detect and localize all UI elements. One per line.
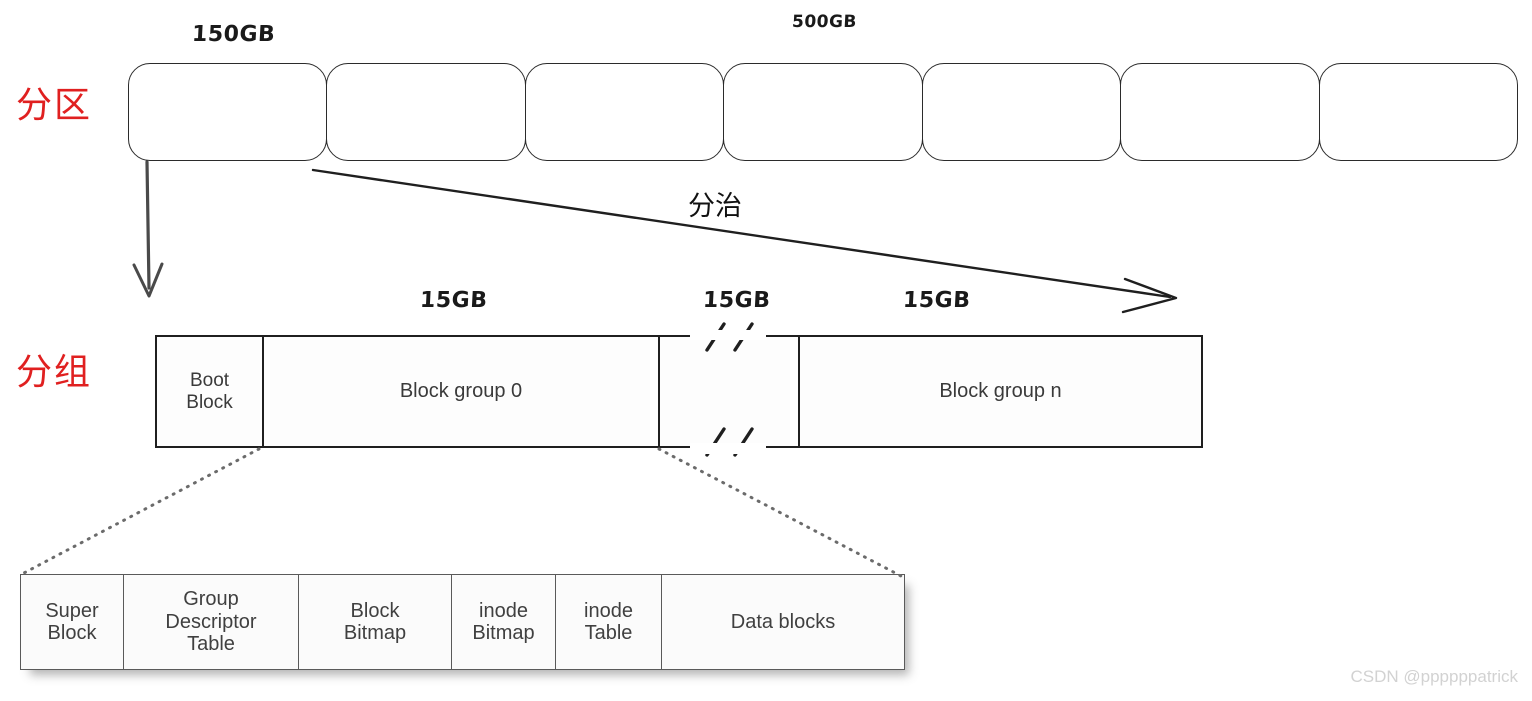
detail-cell-super-block[interactable]: Super Block — [21, 575, 123, 669]
block-group-0-label: Block group 0 — [399, 380, 523, 403]
boot-block-label: Boot Block — [186, 370, 232, 413]
inode-table-line1: inode — [584, 599, 633, 622]
partition-box[interactable] — [326, 63, 526, 161]
data-blocks-label: Data blocks — [730, 610, 836, 633]
block-group-row: Boot Block Block group 0 Block group n — [155, 335, 1203, 448]
group-cell-block-group-0[interactable]: Block group 0 — [262, 337, 658, 446]
detail-cell-inode-bitmap[interactable]: inode Bitmap — [451, 575, 555, 669]
boot-block-line2: Block — [186, 391, 233, 413]
block-bitmap-label: Block Bitmap — [344, 600, 406, 645]
caption-group-size-mid: 15GB — [702, 288, 772, 313]
block-group-detail-row: Super Block Group Descriptor Table Block… — [20, 574, 905, 670]
partition-box[interactable] — [921, 63, 1122, 161]
arrow-partition-to-group — [132, 160, 164, 298]
block-bitmap-line2: Bitmap — [343, 622, 407, 644]
boot-block-line1: Boot — [189, 370, 230, 392]
dotted-connectors — [20, 447, 903, 578]
partition-box[interactable] — [1318, 63, 1518, 161]
super-block-line2: Block — [47, 622, 97, 644]
break-patch-top — [690, 330, 766, 340]
break-patch-bottom — [690, 443, 766, 454]
block-bitmap-line1: Block — [350, 599, 400, 622]
inode-bitmap-line1: inode — [479, 599, 528, 622]
inode-bitmap-line2: Bitmap — [472, 622, 535, 644]
inode-table-line2: Table — [584, 622, 633, 644]
caption-group-size-0: 15GB — [419, 288, 489, 313]
group-cell-boot-block[interactable]: Boot Block — [157, 337, 262, 446]
detail-cell-block-bitmap[interactable]: Block Bitmap — [298, 575, 451, 669]
super-block-label: Super Block — [45, 600, 98, 645]
caption-partition-size-left: 150GB — [191, 22, 276, 47]
inode-bitmap-label: inode Bitmap — [472, 600, 534, 645]
group-cell-gap — [658, 337, 798, 446]
group-cell-block-group-n[interactable]: Block group n — [798, 337, 1201, 446]
group-descriptor-table-label: Group Descriptor Table — [165, 588, 256, 655]
diagram-canvas: 150GB 500GB 分区 分治 15GB 15GB 15GB 分组 Boot… — [0, 0, 1532, 701]
partition-box[interactable] — [524, 63, 725, 161]
gdt-line3: Table — [187, 633, 235, 656]
caption-divide-and-conquer: 分治 — [688, 191, 742, 222]
section-label-partition: 分区 — [16, 85, 93, 126]
gdt-line1: Group — [183, 588, 239, 611]
gdt-line2: Descriptor — [165, 610, 257, 633]
block-group-n-label: Block group n — [939, 380, 1062, 403]
detail-cell-inode-table[interactable]: inode Table — [555, 575, 661, 669]
caption-group-size-n: 15GB — [902, 288, 972, 313]
partition-box[interactable] — [128, 63, 328, 161]
caption-partition-size-right: 500GB — [791, 12, 858, 32]
super-block-line1: Super — [45, 599, 99, 622]
partition-box[interactable] — [723, 63, 923, 161]
partition-row — [128, 63, 1518, 161]
watermark: CSDN @ppppppatrick — [1350, 667, 1519, 686]
detail-cell-group-descriptor-table[interactable]: Group Descriptor Table — [123, 575, 298, 669]
partition-box[interactable] — [1120, 63, 1320, 161]
inode-table-label: inode Table — [584, 600, 633, 645]
section-label-group: 分组 — [16, 352, 93, 393]
detail-cell-data-blocks[interactable]: Data blocks — [661, 575, 904, 669]
